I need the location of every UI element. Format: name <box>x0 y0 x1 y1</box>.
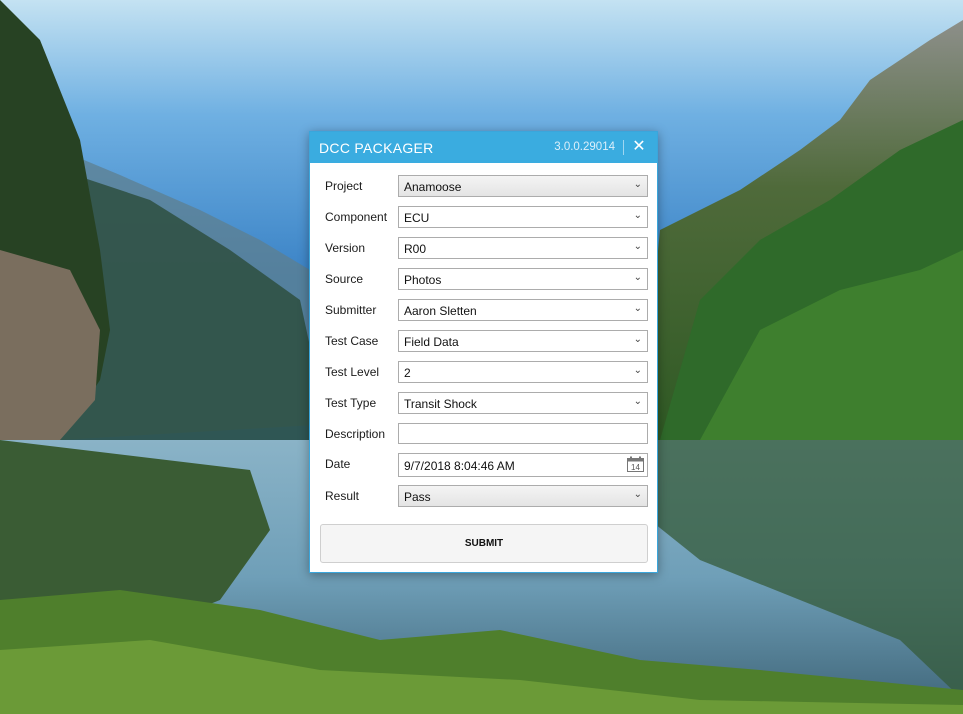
test-level-label: Test Level <box>325 365 380 379</box>
submitter-value: Aaron Sletten <box>404 304 477 318</box>
date-picker[interactable]: 9/7/2018 8:04:46 AM 14 <box>398 453 648 477</box>
title-bar[interactable]: DCC PACKAGER 3.0.0.29014 ✕ <box>310 132 657 163</box>
date-value: 9/7/2018 8:04:46 AM <box>404 459 515 473</box>
test-type-label: Test Type <box>325 396 377 410</box>
dialog-title: DCC PACKAGER <box>319 140 434 156</box>
component-dropdown[interactable]: ECU ⌄ <box>398 206 648 228</box>
chevron-down-icon: ⌄ <box>633 241 642 252</box>
description-row: Description <box>310 423 657 445</box>
chevron-down-icon: ⌄ <box>633 210 642 221</box>
result-row: Result Pass ⌄ <box>310 485 657 507</box>
submitter-dropdown[interactable]: Aaron Sletten ⌄ <box>398 299 648 321</box>
project-value: Anamoose <box>404 180 462 194</box>
submitter-label: Submitter <box>325 303 377 317</box>
test-level-dropdown[interactable]: 2 ⌄ <box>398 361 648 383</box>
dcc-packager-dialog: DCC PACKAGER 3.0.0.29014 ✕ Project Anamo… <box>309 131 658 573</box>
chevron-down-icon: ⌄ <box>633 396 642 407</box>
test-case-label: Test Case <box>325 334 379 348</box>
result-dropdown[interactable]: Pass ⌄ <box>398 485 648 507</box>
description-input[interactable] <box>398 423 648 444</box>
chevron-down-icon: ⌄ <box>633 489 642 500</box>
test-case-dropdown[interactable]: Field Data ⌄ <box>398 330 648 352</box>
version-row: Version R00 ⌄ <box>310 237 657 259</box>
test-type-row: Test Type Transit Shock ⌄ <box>310 392 657 414</box>
close-icon[interactable]: ✕ <box>629 137 649 157</box>
test-level-row: Test Level 2 ⌄ <box>310 361 657 383</box>
test-level-value: 2 <box>404 366 411 380</box>
test-type-dropdown[interactable]: Transit Shock ⌄ <box>398 392 648 414</box>
date-label: Date <box>325 457 351 471</box>
source-dropdown[interactable]: Photos ⌄ <box>398 268 648 290</box>
version-field-label: Version <box>325 241 366 255</box>
result-label: Result <box>325 489 360 503</box>
source-row: Source Photos ⌄ <box>310 268 657 290</box>
chevron-down-icon: ⌄ <box>633 365 642 376</box>
project-label: Project <box>325 179 363 193</box>
component-row: Component ECU ⌄ <box>310 206 657 228</box>
version-dropdown[interactable]: R00 ⌄ <box>398 237 648 259</box>
test-case-value: Field Data <box>404 335 459 349</box>
chevron-down-icon: ⌄ <box>633 179 642 190</box>
submitter-row: Submitter Aaron Sletten ⌄ <box>310 299 657 321</box>
source-value: Photos <box>404 273 442 287</box>
chevron-down-icon: ⌄ <box>633 272 642 283</box>
calendar-icon[interactable]: 14 <box>627 456 644 472</box>
project-row: Project Anamoose ⌄ <box>310 175 657 197</box>
chevron-down-icon: ⌄ <box>633 303 642 314</box>
version-value: R00 <box>404 242 427 256</box>
version-label: 3.0.0.29014 <box>554 141 615 153</box>
component-value: ECU <box>404 211 430 225</box>
component-label: Component <box>325 210 388 224</box>
chevron-down-icon: ⌄ <box>633 334 642 345</box>
calendar-day-text: 14 <box>631 463 640 472</box>
test-type-value: Transit Shock <box>404 397 477 411</box>
submit-button[interactable]: SUBMIT <box>320 524 648 563</box>
date-row: Date 9/7/2018 8:04:46 AM 14 <box>310 453 657 477</box>
project-dropdown[interactable]: Anamoose ⌄ <box>398 175 648 197</box>
description-label: Description <box>325 427 386 441</box>
result-value: Pass <box>404 490 431 504</box>
title-separator <box>623 140 624 155</box>
source-label: Source <box>325 272 364 286</box>
test-case-row: Test Case Field Data ⌄ <box>310 330 657 352</box>
